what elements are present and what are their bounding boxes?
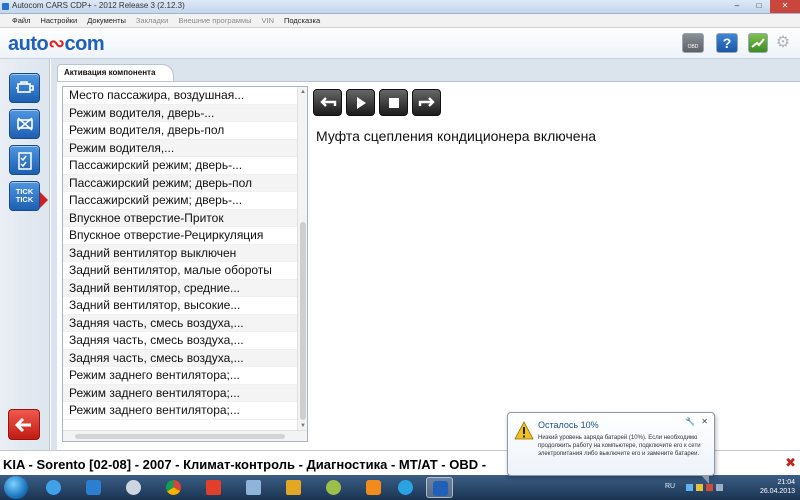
maximize-button[interactable]: □ — [748, 0, 770, 13]
chrome-icon[interactable] — [160, 477, 187, 498]
menu-vin[interactable]: VIN — [256, 14, 279, 27]
list-item[interactable]: Пассажирский режим; дверь-пол — [63, 174, 298, 192]
list-item[interactable]: Задний вентилятор, высокие... — [63, 297, 298, 315]
warning-icon — [514, 421, 534, 440]
main-panel: Активация компонента Место пассажира, во… — [51, 59, 800, 450]
tick-tick-icon[interactable]: TICK TICK — [9, 181, 40, 211]
list-item[interactable]: Задний вентилятор, малые обороты — [63, 262, 298, 280]
logo-text-left: auto — [8, 33, 49, 55]
hscrollbar-thumb[interactable] — [75, 434, 285, 439]
outlook-icon[interactable] — [280, 477, 307, 498]
menu-settings[interactable]: Настройки — [35, 14, 82, 27]
vertical-scrollbar[interactable]: ▲ ▼ — [297, 87, 307, 431]
media-player-icon[interactable] — [80, 477, 107, 498]
stop-icon[interactable] — [379, 89, 408, 116]
list-item[interactable]: Режим водителя, дверь-... — [63, 104, 298, 122]
start-button[interactable] — [4, 476, 28, 499]
menu-help[interactable]: Подсказка — [279, 14, 325, 27]
network-icon[interactable] — [686, 484, 693, 491]
flag-icon[interactable] — [706, 484, 713, 491]
list-item[interactable]: Задняя часть, смесь воздуха,... — [63, 314, 298, 332]
volume-app-icon[interactable] — [240, 477, 267, 498]
redo-icon[interactable] — [412, 89, 441, 116]
logo-text-right: com — [64, 33, 105, 55]
list-item[interactable]: Впускное отверстие-Рециркуляция — [63, 227, 298, 245]
left-sidebar: TICK TICK — [0, 59, 50, 450]
list-item[interactable]: Режим водителя,... — [63, 139, 298, 157]
notification-text: Низкий уровень заряда батарей (10%). Есл… — [538, 435, 701, 458]
help-icon[interactable] — [716, 33, 738, 53]
scrollbar-thumb[interactable] — [300, 222, 306, 420]
window-controls: – □ ✕ — [726, 0, 800, 14]
language-indicator[interactable]: RU — [665, 483, 675, 490]
tick-label-bottom: TICK — [15, 195, 34, 204]
list-item[interactable]: Место пассажира, воздушная... — [63, 87, 298, 105]
back-arrow-icon[interactable] — [8, 409, 40, 440]
menu-bookmarks[interactable]: Закладки — [131, 14, 173, 27]
active-indicator-arrow — [40, 192, 48, 208]
clock-date: 26.04.2013 — [759, 488, 795, 495]
component-list[interactable]: Место пассажира, воздушная... Режим води… — [62, 86, 308, 442]
list-item[interactable]: Пассажирский режим; дверь-... — [63, 157, 298, 175]
menu-file[interactable]: Файл — [7, 14, 35, 27]
minimize-button[interactable]: – — [726, 0, 748, 13]
notification-title: Осталось 10% — [538, 420, 599, 430]
scroll-down-icon[interactable]: ▼ — [300, 423, 306, 429]
odnoklassniki-icon[interactable] — [360, 477, 387, 498]
list-item[interactable]: Задний вентилятор выключен — [63, 244, 298, 262]
play-icon[interactable] — [346, 89, 375, 116]
horizontal-scrollbar[interactable] — [63, 430, 307, 441]
component-status-text: Муфта сцепления кондиционера включена — [316, 128, 597, 144]
menu-external-programs[interactable]: Внешние программы — [173, 14, 256, 27]
battery-notification[interactable]: Осталось 10% 🔧 ✕ Низкий уровень заряда б… — [507, 412, 715, 484]
wrench-icon[interactable]: 🔧 — [685, 417, 695, 426]
volume-icon[interactable] — [716, 484, 723, 491]
ecu-disabled-icon[interactable] — [9, 109, 40, 139]
yandex-icon[interactable] — [200, 477, 227, 498]
list-item[interactable]: Режим заднего вентилятора;... — [63, 384, 298, 402]
notification-close-icon[interactable]: ✕ — [701, 417, 708, 426]
breadcrumb-close-icon[interactable]: ✖ — [785, 455, 796, 471]
system-tray: RU 21:04 26.04.2013 — [662, 475, 800, 500]
list-item[interactable]: Режим водителя, дверь-пол — [63, 122, 298, 140]
autocom-icon[interactable] — [426, 477, 453, 498]
logo-accent: ∾ — [48, 33, 65, 55]
toolbar: auto∾com OBD ⚙ — [0, 28, 800, 59]
tab-content: Место пассажира, воздушная... Режим води… — [57, 81, 800, 450]
list-item[interactable]: Задняя часть, смесь воздуха,... — [63, 332, 298, 350]
itunes-icon[interactable] — [120, 477, 147, 498]
settings-icon[interactable] — [748, 33, 768, 53]
skype-icon[interactable] — [392, 477, 419, 498]
taskbar: RU 21:04 26.04.2013 — [0, 475, 800, 500]
obd-label: OBD — [687, 44, 699, 50]
app-icon — [2, 3, 9, 10]
tab-component-activation[interactable]: Активация компонента — [57, 64, 175, 82]
list-item[interactable]: Режим заднего вентилятора;... — [63, 402, 298, 420]
paint-icon[interactable] — [320, 477, 347, 498]
checklist-icon[interactable] — [9, 145, 40, 175]
list-item[interactable]: Задний вентилятор, средние... — [63, 279, 298, 297]
action-buttons — [313, 89, 441, 116]
obd-icon[interactable]: OBD — [682, 33, 704, 53]
close-button[interactable]: ✕ — [770, 0, 800, 13]
menu-bar: Файл Настройки Документы Закладки Внешни… — [0, 14, 800, 28]
list-item[interactable]: Режим заднего вентилятора;... — [63, 367, 298, 385]
clock-time: 21:04 — [777, 479, 795, 486]
list-item[interactable]: Впускное отверстие-Приток — [63, 209, 298, 227]
vehicle-breadcrumb: KIA - Sorento [02-08] - 2007 - Климат-ко… — [3, 457, 487, 472]
window-title: Autocom CARS CDP+ - 2012 Release 3 (2.12… — [12, 1, 185, 10]
balloon-tail — [701, 475, 709, 484]
list-item[interactable]: Задняя часть, смесь воздуха,... — [63, 349, 298, 367]
menu-documents[interactable]: Документы — [82, 14, 131, 27]
engine-icon[interactable] — [9, 73, 40, 103]
undo-icon[interactable] — [313, 89, 342, 116]
list-item[interactable]: Пассажирский режим; дверь-... — [63, 192, 298, 210]
clock[interactable]: 21:04 26.04.2013 — [760, 478, 795, 496]
scroll-up-icon[interactable]: ▲ — [300, 89, 306, 95]
gear-icon[interactable]: ⚙ — [773, 33, 793, 53]
battery-icon[interactable] — [696, 484, 703, 491]
title-bar: Autocom CARS CDP+ - 2012 Release 3 (2.12… — [0, 0, 800, 14]
autocom-logo: auto∾com — [8, 31, 105, 56]
ie-icon[interactable] — [40, 477, 67, 498]
